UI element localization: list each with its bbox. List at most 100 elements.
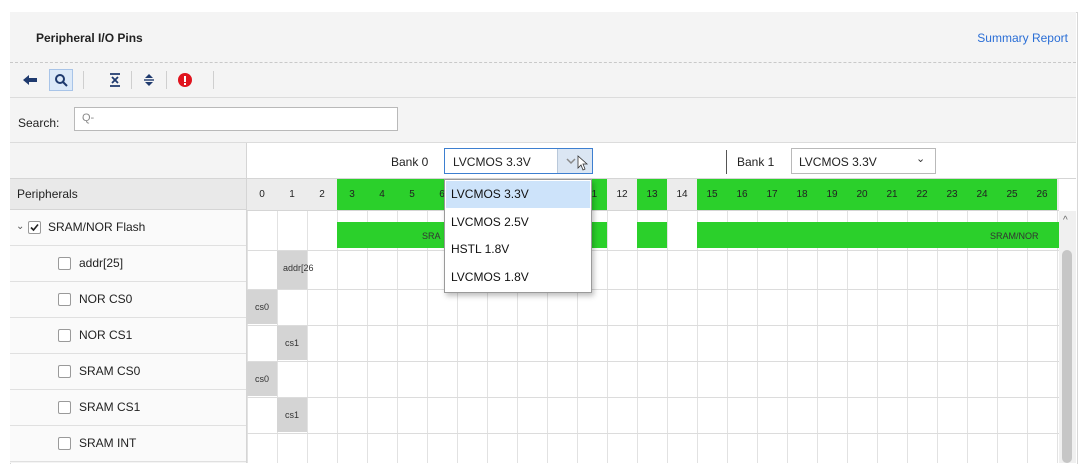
grid-line	[637, 211, 638, 463]
grid-line	[337, 211, 338, 463]
bank1-value: LVCMOS 3.3V	[799, 155, 877, 169]
grid-line	[247, 361, 1059, 362]
pin-number: 0	[259, 189, 265, 200]
dropdown-option[interactable]: HSTL 1.8V	[446, 236, 590, 263]
dropdown-option[interactable]: LVCMOS 2.5V	[446, 209, 590, 236]
item-label: addr[25]	[79, 256, 124, 270]
search-placeholder: Q-	[82, 112, 95, 124]
sram-nor-bar	[637, 222, 667, 248]
error-icon[interactable]	[175, 69, 195, 91]
scroll-up-icon[interactable]: ^	[1063, 215, 1068, 226]
item-label: SRAM CS0	[79, 364, 141, 378]
sram-nor-bar	[592, 222, 607, 248]
group-label: SRAM/NOR Flash	[48, 220, 146, 234]
cell-cs0[interactable]: cs0	[247, 362, 277, 396]
pin-number: 5	[397, 179, 427, 210]
grid-line	[1057, 211, 1058, 463]
chevron-down-icon[interactable]	[557, 149, 592, 173]
pin-number: 18	[787, 179, 817, 210]
grid-line	[907, 211, 908, 463]
pin-number: 14	[676, 189, 688, 200]
bar-label-left: SRA	[422, 231, 441, 241]
grid-line	[1027, 211, 1028, 463]
search-input[interactable]: Q-	[74, 107, 398, 131]
pin-number: 16	[727, 179, 757, 210]
bank0-value: LVCMOS 3.3V	[453, 155, 531, 169]
tree-item[interactable]: SRAM CS1	[10, 390, 246, 426]
bank1-iostd-select[interactable]: LVCMOS 3.3V ⌄	[791, 148, 936, 174]
item-checkbox[interactable]	[58, 293, 71, 306]
chevron-down-icon[interactable]: ⌄	[916, 152, 925, 165]
pin-number: 23	[937, 179, 967, 210]
item-label: SRAM CS1	[79, 400, 141, 414]
group-checkbox[interactable]	[28, 221, 41, 234]
item-checkbox[interactable]	[58, 329, 71, 342]
search-label: Search:	[18, 116, 60, 130]
cell-cs1[interactable]: cs1	[277, 326, 307, 360]
grid-line	[247, 289, 1059, 290]
tree-item[interactable]: NOR CS0	[10, 282, 246, 318]
grid-line	[757, 211, 758, 463]
bank0-iostd-select[interactable]: LVCMOS 3.3V	[444, 148, 593, 174]
cell-addr-label: addr[26	[283, 263, 314, 273]
pin-number: 12	[616, 189, 628, 200]
tree-item[interactable]: SRAM CS0	[10, 354, 246, 390]
toolbar	[10, 63, 1076, 98]
pin-number: 13	[637, 179, 667, 210]
pin-number: 21	[877, 179, 907, 210]
pin-number: 19	[817, 179, 847, 210]
pin-number: 1	[289, 189, 295, 200]
item-checkbox[interactable]	[58, 257, 71, 270]
grid-line	[937, 211, 938, 463]
grid-line	[997, 211, 998, 463]
summary-report-link[interactable]: Summary Report	[977, 31, 1068, 45]
chevron-down-icon[interactable]: ⌄	[16, 221, 24, 232]
expand-all-icon[interactable]	[140, 69, 158, 91]
cell-cs0[interactable]: cs0	[247, 290, 277, 324]
item-checkbox[interactable]	[58, 437, 71, 450]
pin-number: 26	[1027, 179, 1057, 210]
header-bar	[10, 12, 1076, 63]
grid-line	[727, 211, 728, 463]
grid-line	[247, 433, 1059, 434]
tree-item[interactable]: SRAM INT	[10, 426, 246, 462]
dropdown-option[interactable]: LVCMOS 3.3V	[446, 181, 590, 208]
grid-line	[397, 211, 398, 463]
grid-line	[787, 211, 788, 463]
pin-number: 25	[997, 179, 1027, 210]
grid-line	[307, 211, 308, 463]
search-icon[interactable]	[49, 69, 73, 91]
dropdown-option[interactable]: LVCMOS 1.8V	[446, 264, 590, 291]
bar-label-right: SRAM/NOR	[990, 231, 1039, 241]
grid-line	[967, 211, 968, 463]
pin-number: 4	[367, 179, 397, 210]
cell-addr[interactable]: addr[26	[277, 251, 314, 289]
grid-line	[367, 211, 368, 463]
tree-item[interactable]: NOR CS1	[10, 318, 246, 354]
item-checkbox[interactable]	[58, 365, 71, 378]
tree-group-sram-nor[interactable]: ⌄ SRAM/NOR Flash	[10, 210, 246, 246]
scrollbar-thumb[interactable]	[1062, 250, 1072, 463]
pin-number: 15	[697, 179, 727, 210]
peripherals-header-label: Peripherals	[17, 187, 78, 201]
grid-line	[697, 211, 698, 463]
grid-line	[247, 250, 1059, 251]
tree-item[interactable]: addr[25]	[10, 246, 246, 282]
pin-number: 24	[967, 179, 997, 210]
page-title: Peripheral I/O Pins	[36, 31, 143, 45]
pin-number: 17	[757, 179, 787, 210]
bank1-label: Bank 1	[737, 155, 775, 169]
grid-line	[247, 397, 1059, 398]
bank-bar	[247, 143, 1076, 179]
pin-number: 3	[337, 179, 367, 210]
peripherals-header: Peripherals	[10, 178, 246, 210]
cell-cs1[interactable]: cs1	[277, 398, 307, 432]
grid-line	[667, 211, 668, 463]
item-checkbox[interactable]	[58, 401, 71, 414]
grid-line	[847, 211, 848, 463]
collapse-all-icon[interactable]	[106, 69, 124, 91]
back-arrow-icon[interactable]	[20, 69, 40, 91]
grid-line	[877, 211, 878, 463]
item-label: NOR CS1	[79, 328, 133, 342]
grid-line	[247, 211, 248, 463]
